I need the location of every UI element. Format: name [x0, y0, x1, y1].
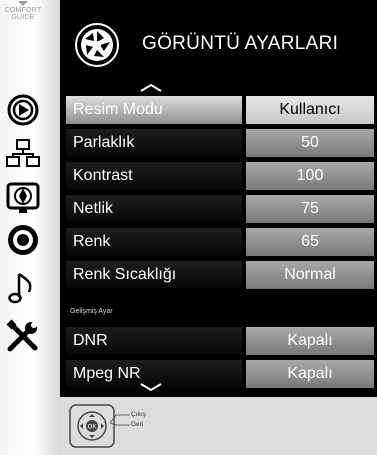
source-icon[interactable] — [5, 92, 41, 128]
section-label-advanced: Gelişmiş Ayar — [70, 308, 113, 315]
row-value[interactable]: 100 — [246, 162, 374, 190]
network-icon[interactable] — [5, 135, 41, 171]
row-label: DNR — [66, 327, 242, 355]
row-value[interactable]: 75 — [246, 195, 374, 223]
scroll-down-icon[interactable] — [139, 383, 163, 391]
row-color-temperature[interactable]: Renk Sıcaklığı Normal — [66, 261, 374, 289]
picture-icon[interactable] — [5, 180, 41, 216]
row-value[interactable]: Kapalı — [246, 360, 374, 388]
hint-exit: Çıkış — [131, 411, 146, 418]
hint-back: Geri — [131, 421, 144, 428]
hint-connector-lines — [110, 414, 130, 426]
row-mpeg-nr[interactable]: Mpeg NR Kapalı — [66, 360, 374, 388]
row-label: Parlaklık — [66, 129, 242, 157]
row-dnr[interactable]: DNR Kapalı — [66, 327, 374, 355]
sidebar: COMFORT GUIDE — [0, 0, 60, 455]
sound-icon[interactable] — [5, 222, 41, 258]
comfort-guide-line1: COMFORT — [4, 7, 42, 14]
picture-settings-screen: COMFORT GUIDE GÖRÜNTÜ AYARLARI Resim Mod… — [0, 0, 377, 455]
row-label: Netlik — [66, 195, 242, 223]
row-color[interactable]: Renk 65 — [66, 228, 374, 256]
row-value[interactable]: 50 — [246, 129, 374, 157]
music-icon[interactable] — [5, 270, 41, 306]
settings-tools-icon[interactable] — [5, 318, 41, 354]
chevron-down-icon — [18, 1, 28, 6]
row-label: Renk — [66, 228, 242, 256]
remote-navigation-icon: OK — [69, 404, 115, 448]
comfort-guide-line2: GUIDE — [11, 14, 35, 21]
row-value[interactable]: 65 — [246, 228, 374, 256]
scroll-up-icon[interactable] — [139, 84, 163, 92]
row-label: Renk Sıcaklığı — [66, 261, 242, 289]
footer-help: OK Çıkış Geri — [60, 397, 377, 455]
row-label: Resim Modu — [66, 96, 242, 124]
page-title: GÖRÜNTÜ AYARLARI — [142, 33, 339, 54]
row-label: Kontrast — [66, 162, 242, 190]
header: GÖRÜNTÜ AYARLARI — [60, 0, 377, 86]
row-picture-mode[interactable]: Resim Modu Kullanıcı — [66, 96, 374, 124]
camera-aperture-icon — [75, 23, 119, 67]
row-value[interactable]: Kullanıcı — [246, 96, 374, 124]
row-value[interactable]: Kapalı — [246, 327, 374, 355]
row-sharpness[interactable]: Netlik 75 — [66, 195, 374, 223]
row-brightness[interactable]: Parlaklık 50 — [66, 129, 374, 157]
row-contrast[interactable]: Kontrast 100 — [66, 162, 374, 190]
row-value[interactable]: Normal — [246, 261, 374, 289]
ok-button-label: OK — [88, 425, 97, 431]
comfort-guide[interactable]: COMFORT GUIDE — [0, 0, 46, 21]
